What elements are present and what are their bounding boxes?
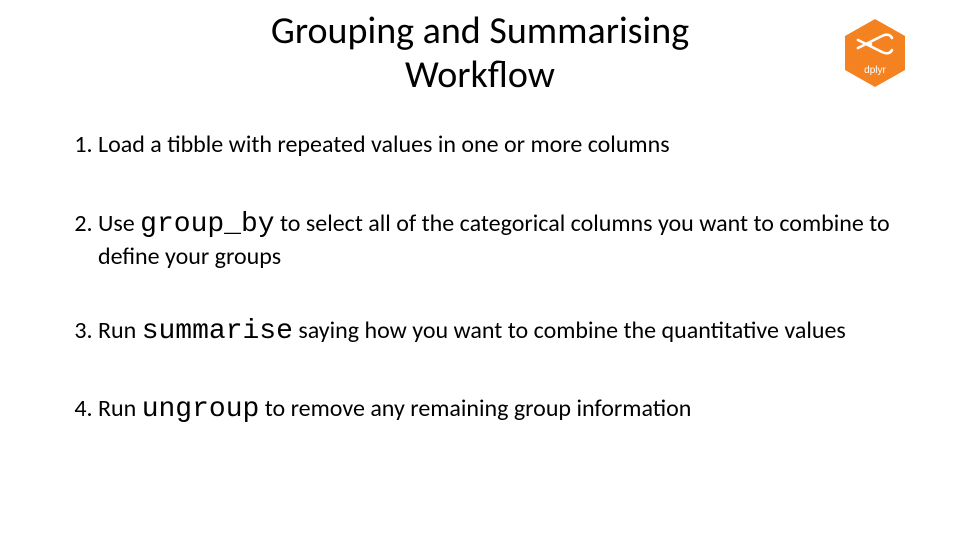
item-pre: Run [98, 316, 142, 345]
workflow-list: Load a tibble with repeated values in on… [0, 129, 960, 427]
list-item: Run ungroup to remove any remaining grou… [98, 393, 960, 427]
dplyr-logo: dplyr [844, 18, 906, 88]
item-post: to remove any remaining group informatio… [259, 394, 691, 423]
logo-label: dplyr [864, 65, 886, 76]
item-code: summarise [142, 316, 293, 347]
item-code: ungroup [142, 394, 260, 425]
slide: Grouping and Summarising Workflow dplyr … [0, 0, 960, 540]
title-block: Grouping and Summarising Workflow [0, 0, 960, 97]
list-item: Load a tibble with repeated values in on… [98, 129, 960, 163]
item-pre: Run [98, 394, 142, 423]
item-pre: Use [98, 209, 140, 238]
list-item: Use group_by to select all of the catego… [98, 208, 960, 271]
title-line-2: Workflow [405, 52, 555, 98]
page-title: Grouping and Summarising Workflow [0, 10, 960, 97]
item-code: group_by [140, 209, 274, 240]
list-item: Run summarise saying how you want to com… [98, 315, 960, 349]
item-post: saying how you want to combine the quant… [293, 316, 846, 345]
dplyr-hex-icon: dplyr [844, 18, 906, 88]
title-line-1: Grouping and Summarising [271, 8, 689, 54]
item-pre: Load a tibble with repeated values in on… [98, 130, 670, 159]
